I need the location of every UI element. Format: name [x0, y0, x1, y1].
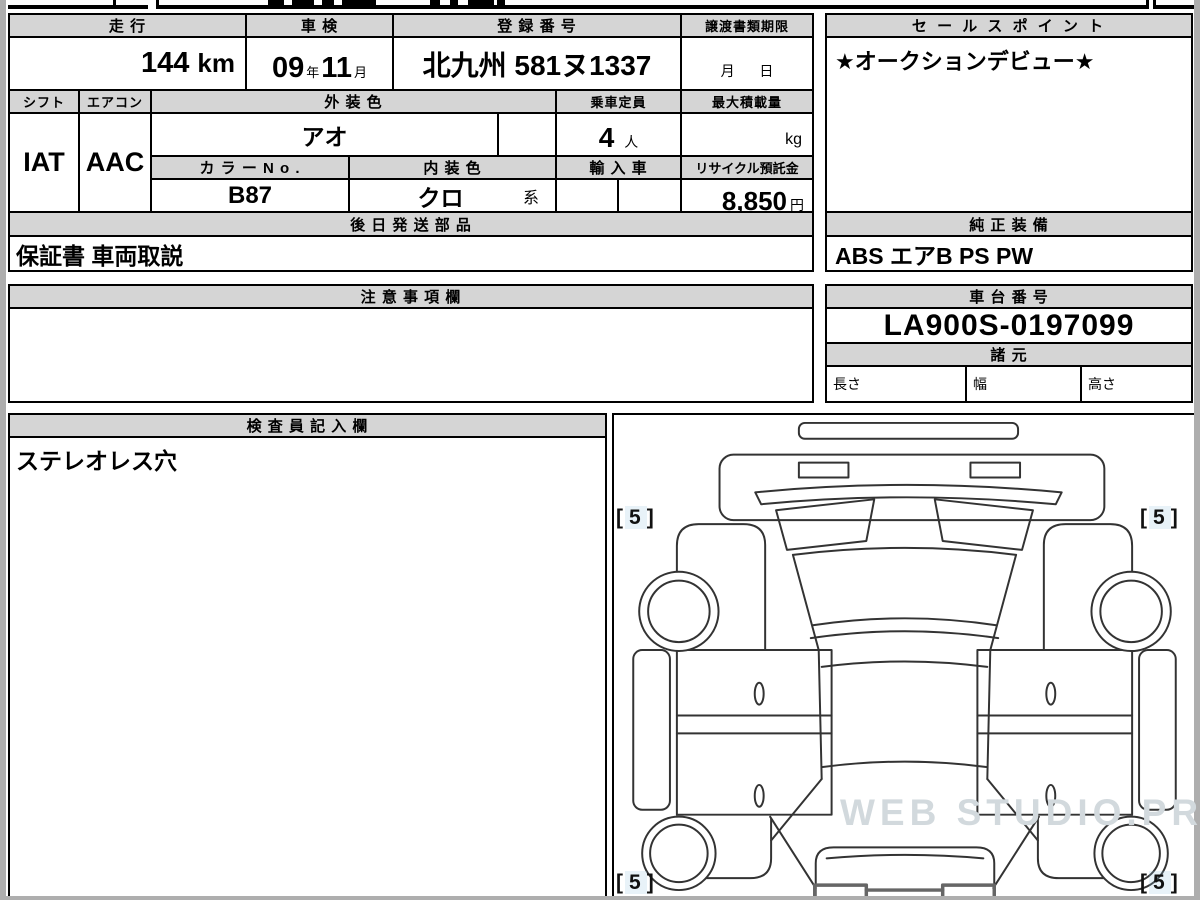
- import-cell-right: [617, 178, 682, 213]
- notes-header: 注 意 事 項 欄: [8, 284, 814, 309]
- chassis-no-cell: LA900S-0197099: [825, 307, 1193, 344]
- later-parts-cell: 保証書 車両取説: [8, 235, 814, 272]
- maxload-unit: kg: [785, 131, 802, 149]
- interior-color-suffix: 系: [523, 184, 539, 208]
- mileage-cell: 144 km: [8, 36, 247, 91]
- shaken-month-unit: 月: [354, 62, 367, 81]
- notes-cell: [8, 307, 814, 403]
- inspector-notes-cell: ステレオレス穴: [8, 436, 607, 900]
- shaken-header: 車 検: [245, 13, 394, 38]
- bracket: ]: [1171, 506, 1180, 529]
- interior-color-header: 内 装 色: [348, 155, 557, 180]
- chassis-no-header: 車 台 番 号: [825, 284, 1193, 309]
- maxload-cell: kg: [680, 112, 814, 157]
- bracket: [: [1140, 506, 1149, 529]
- aircon-cell: AAC: [78, 112, 152, 213]
- recycle-deposit-cell: 8,850 円: [680, 178, 814, 213]
- interior-color-cell: クロ 系: [348, 178, 557, 213]
- genuine-equipment-header: 純 正 装 備: [825, 211, 1193, 237]
- mileage-unit: km: [197, 48, 235, 79]
- import-cell-left: [555, 178, 619, 213]
- transfer-month-unit: 月: [721, 61, 735, 81]
- mileage-header: 走 行: [8, 13, 247, 38]
- capacity-cell: 4 人: [555, 112, 682, 157]
- import-header: 輸 入 車: [555, 155, 682, 180]
- inspector-note-text: ステレオレス穴: [16, 442, 177, 476]
- registration-cell: 北九州 581ヌ1337: [392, 36, 682, 91]
- aircon-header: エアコン: [78, 89, 152, 114]
- spec-width-label: 幅: [973, 374, 987, 394]
- spec-width-cell: 幅: [965, 365, 1082, 403]
- score-value: 5: [625, 506, 647, 529]
- transfer-docs-header: 譲渡書類期限: [680, 13, 814, 38]
- bracket: [: [616, 871, 625, 894]
- capacity-value: 4: [599, 122, 615, 154]
- capacity-header: 乗車定員: [555, 89, 682, 114]
- exterior-color-header: 外 装 色: [150, 89, 557, 114]
- color-no-cell: B87: [150, 178, 350, 213]
- maxload-header: 最大積載量: [680, 89, 814, 114]
- watermark: WEB STUDIO.PRO: [840, 792, 1190, 834]
- score-rear-right: [5]: [1140, 871, 1180, 895]
- sales-point-value: ★オークションデビュー★: [835, 44, 1094, 76]
- spec-height-cell: 高さ: [1080, 365, 1193, 403]
- transfer-day-unit: 日: [759, 61, 773, 81]
- recycle-deposit-header: リサイクル預託金: [680, 155, 814, 180]
- shift-cell: IAT: [8, 112, 80, 213]
- bracket: ]: [647, 871, 656, 894]
- score-rear-left: [5]: [616, 871, 656, 895]
- sales-point-cell: ★オークションデビュー★: [825, 36, 1193, 213]
- score-value: 5: [1149, 506, 1171, 529]
- interior-color-value: クロ: [418, 179, 464, 213]
- shaken-year-unit: 年: [306, 62, 319, 81]
- spec-length-label: 長さ: [833, 374, 861, 394]
- specs-header: 諸 元: [825, 342, 1193, 367]
- scan-edge-right: [1194, 0, 1200, 900]
- mileage-value: 144: [141, 47, 189, 80]
- score-value: 5: [1149, 871, 1171, 894]
- shaken-cell: 09 年 11 月: [245, 36, 394, 91]
- bracket: ]: [1171, 871, 1180, 894]
- shift-header: シフト: [8, 89, 80, 114]
- inspector-notes-header: 検 査 員 記 入 欄: [8, 413, 607, 438]
- capacity-unit: 人: [624, 132, 638, 152]
- spec-height-label: 高さ: [1088, 374, 1116, 394]
- sales-point-header: セ ー ル ス ポ イ ン ト: [825, 13, 1193, 38]
- scan-edge-left: [0, 0, 6, 900]
- auction-sheet: 走 行 車 検 登 録 番 号 譲渡書類期限 144 km 09 年 11 月 …: [0, 0, 1200, 900]
- exterior-color-cell: アオ: [150, 112, 499, 157]
- registration-header: 登 録 番 号: [392, 13, 682, 38]
- score-front-right: [5]: [1140, 506, 1180, 530]
- transfer-docs-cell: 月 日: [680, 36, 814, 91]
- genuine-equipment-cell: ABS エアB PS PW: [825, 235, 1193, 272]
- color-no-header: カ ラ ー N o .: [150, 155, 350, 180]
- shaken-month: 11: [321, 52, 352, 85]
- bracket: [: [1140, 871, 1149, 894]
- bracket: [: [616, 506, 625, 529]
- exterior-color-suffix-cell: [497, 112, 557, 157]
- spec-length-cell: 長さ: [825, 365, 967, 403]
- shaken-year: 09: [272, 52, 304, 85]
- score-front-left: [5]: [616, 506, 656, 530]
- later-parts-header: 後 日 発 送 部 品: [8, 211, 814, 237]
- scan-edge-bottom: [0, 896, 1200, 900]
- score-value: 5: [625, 871, 647, 894]
- bracket: ]: [647, 506, 656, 529]
